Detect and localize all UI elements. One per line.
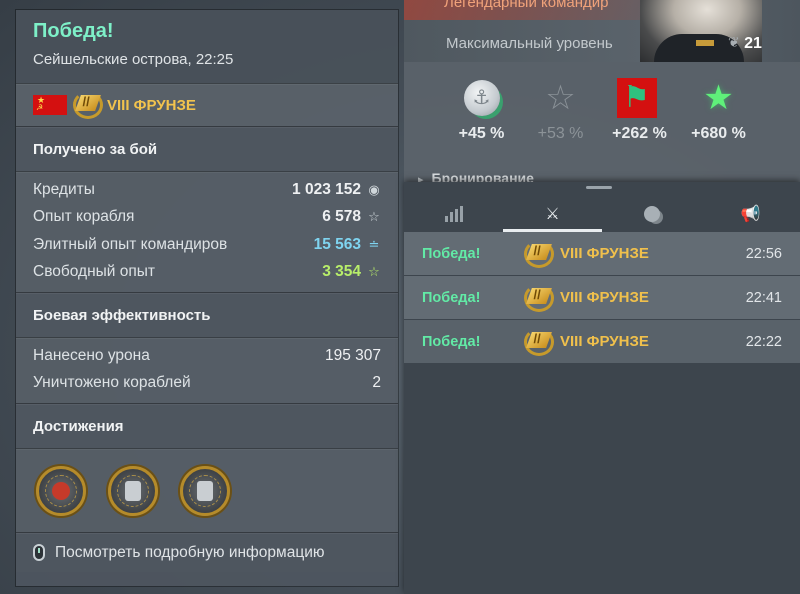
efficiency-value: 2 xyxy=(372,374,381,392)
bonus-commander-xp[interactable]: ⚑ +262 % xyxy=(600,78,679,156)
earned-value: 1 023 152 ◉ xyxy=(292,181,381,199)
earned-row-ship-xp: Опыт корабля 6 578 ☆ xyxy=(33,204,381,232)
battles-panel: ⚔ 📢 Победа! VIII ФРУНЗЕ 22:56 Победа! VI… xyxy=(404,182,800,594)
earned-label: Элитный опыт командиров xyxy=(33,235,228,253)
coins-icon xyxy=(643,206,660,222)
bonus-credits[interactable]: ⚓ +45 % xyxy=(442,78,521,156)
bonus-value: +262 % xyxy=(612,125,667,142)
efficiency-header: Боевая эффективность xyxy=(16,292,398,337)
battle-ship: VIII ФРУНЗЕ xyxy=(524,239,746,268)
earned-value: 15 563 ≐ xyxy=(314,236,381,254)
bonus-value: +680 % xyxy=(691,125,746,142)
mouse-icon xyxy=(33,544,45,561)
battle-ship: VIII ФРУНЗЕ xyxy=(524,283,746,312)
battle-row[interactable]: Победа! VIII ФРУНЗЕ 22:22 xyxy=(404,320,800,363)
efficiency-value: 195 307 xyxy=(324,346,381,364)
bonus-ship-xp[interactable]: ☆ +53 % xyxy=(521,78,600,156)
free-xp-icon: ☆ xyxy=(368,264,380,280)
credits-value: 1 023 152 xyxy=(292,180,361,198)
ship-name: VIII ФРУНЗЕ xyxy=(107,96,196,114)
battle-ship-name: VIII ФРУНЗЕ xyxy=(560,245,649,262)
battle-time: 22:22 xyxy=(745,333,782,350)
earned-row-elite-xp: Элитный опыт командиров 15 563 ≐ xyxy=(33,231,381,259)
crossed-swords-icon: ⚔ xyxy=(545,206,560,223)
achievement-medal-1[interactable] xyxy=(36,465,86,516)
panel-tabs: ⚔ 📢 xyxy=(404,196,800,232)
battle-result: Победа! xyxy=(422,245,481,262)
earned-label: Опыт корабля xyxy=(33,208,135,226)
ship-xp-bonus-icon: ☆ xyxy=(545,79,576,117)
economy-tab[interactable] xyxy=(602,196,701,232)
economic-bonuses: ⚓ +45 % ☆ +53 % ⚑ +262 % ★ +680 % xyxy=(404,78,800,156)
battle-time: 22:41 xyxy=(745,289,782,306)
stats-tab[interactable] xyxy=(404,196,503,232)
ussr-flag-icon: ★ ☭ xyxy=(33,95,67,115)
ship-class-icon xyxy=(73,91,103,119)
free-xp-bonus-icon: ★ xyxy=(703,79,734,117)
battle-row[interactable]: Победа! VIII ФРУНЗЕ 22:41 xyxy=(404,276,800,319)
map-and-time: Сейшельские острова, 22:25 xyxy=(33,51,234,68)
achievements-header: Достижения xyxy=(16,403,398,448)
commander-level-badge: 21 xyxy=(728,32,770,56)
bonus-value: +45 % xyxy=(458,125,505,142)
result-title: Победа! xyxy=(33,20,114,42)
earned-value: 6 578 ☆ xyxy=(322,208,381,226)
battle-result-panel: Победа! Сейшельские острова, 22:25 ★☭ VI… xyxy=(16,10,398,586)
earned-row-credits: Кредиты 1 023 152 ◉ xyxy=(33,176,381,204)
details-link[interactable]: Посмотреть подробную информацию xyxy=(16,532,398,572)
efficiency-label: Уничтожено кораблей xyxy=(33,374,191,392)
efficiency-label: Нанесено урона xyxy=(33,346,150,364)
earned-label: Кредиты xyxy=(33,180,95,198)
ship-row: ★☭ VIII ФРУНЗЕ xyxy=(16,83,398,126)
elite-commander-xp-icon: ≐ xyxy=(368,236,380,252)
battle-list: Победа! VIII ФРУНЗЕ 22:56 Победа! VIII Ф… xyxy=(404,232,800,364)
announcements-tab[interactable]: 📢 xyxy=(701,196,800,232)
achievement-medal-2[interactable] xyxy=(108,465,158,516)
commander-level-text: Максимальный уровень xyxy=(446,35,613,52)
achievements-list xyxy=(16,448,398,532)
commander-xp-bonus-icon: ⚑ xyxy=(616,78,657,118)
drag-handle[interactable] xyxy=(586,186,612,189)
commander-title: Легендарный командир xyxy=(444,0,609,11)
earned-list: Кредиты 1 023 152 ◉ Опыт корабля 6 578 ☆ Э… xyxy=(16,171,398,292)
battle-row[interactable]: Победа! VIII ФРУНЗЕ 22:56 xyxy=(404,232,800,275)
battle-time: 22:56 xyxy=(745,245,782,262)
free-xp-value: 3 354 xyxy=(322,263,361,281)
ship-class-icon xyxy=(524,239,554,268)
battle-ship-name: VIII ФРУНЗЕ xyxy=(560,333,649,350)
megaphone-icon: 📢 xyxy=(740,206,761,223)
result-header: Победа! Сейшельские острова, 22:25 xyxy=(16,10,398,83)
earned-row-free-xp: Свободный опыт 3 354 ☆ xyxy=(33,259,381,287)
battle-ship-name: VIII ФРУНЗЕ xyxy=(560,289,649,306)
efficiency-row-damage: Нанесено урона 195 307 xyxy=(33,342,381,370)
ship-class-icon xyxy=(524,283,554,312)
battles-tab[interactable]: ⚔ xyxy=(503,196,602,232)
credits-icon: ◉ xyxy=(368,181,380,197)
ship-xp-value: 6 578 xyxy=(322,208,361,226)
battle-ship: VIII ФРУНЗЕ xyxy=(524,327,746,356)
bonus-free-xp[interactable]: ★ +680 % xyxy=(679,78,758,156)
efficiency-list: Нанесено урона 195 307 Уничтожено корабл… xyxy=(16,337,398,403)
battle-result: Победа! xyxy=(422,289,481,306)
commander-panel: Легендарный командир Максимальный уровен… xyxy=(404,0,800,186)
commander-banner: Легендарный командир Максимальный уровен… xyxy=(404,0,800,62)
bar-chart-icon xyxy=(444,206,463,222)
efficiency-row-kills: Уничтожено кораблей 2 xyxy=(33,370,381,398)
elite-xp-value: 15 563 xyxy=(313,235,361,253)
ship-class-icon xyxy=(524,327,554,356)
achievement-medal-3[interactable] xyxy=(180,465,230,516)
credits-bonus-icon: ⚓ xyxy=(463,80,500,116)
earned-label: Свободный опыт xyxy=(33,263,155,281)
battle-result: Победа! xyxy=(422,333,481,350)
xp-star-icon: ☆ xyxy=(368,209,380,225)
earned-value: 3 354 ☆ xyxy=(322,263,381,281)
earned-header: Получено за бой xyxy=(16,126,398,171)
details-link-label: Посмотреть подробную информацию xyxy=(55,543,325,561)
bonus-value: +53 % xyxy=(537,125,584,142)
